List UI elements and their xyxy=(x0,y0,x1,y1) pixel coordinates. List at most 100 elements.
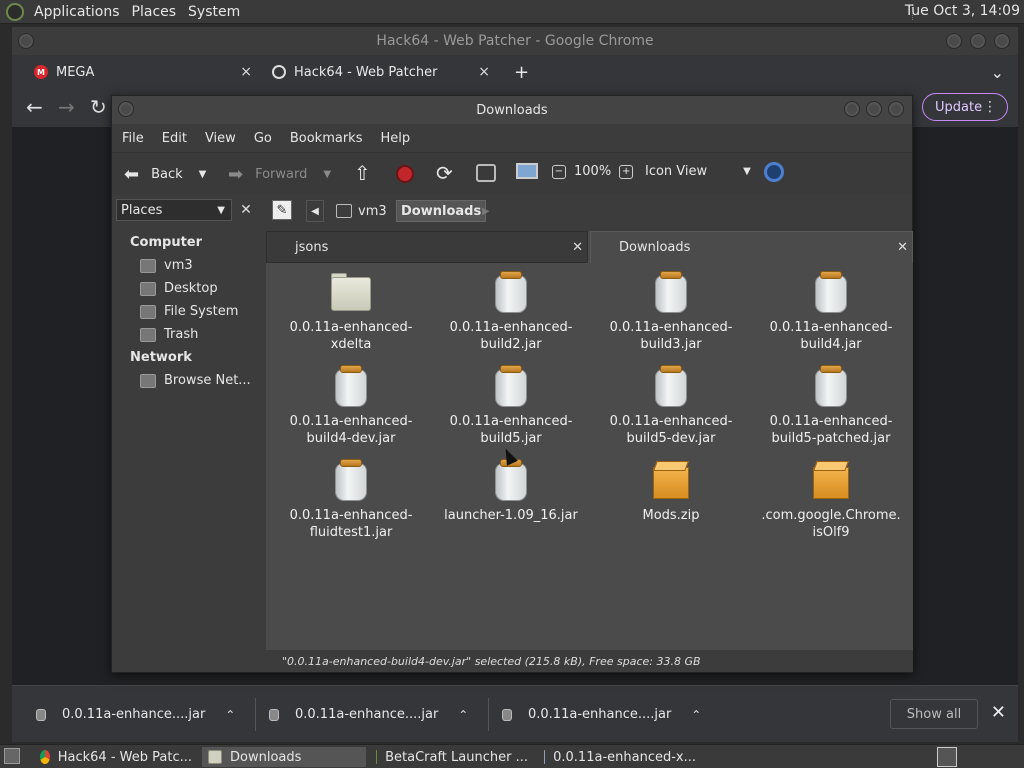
minimize-button[interactable] xyxy=(844,101,860,117)
file-item[interactable]: 0.0.11a-enhanced- build5-dev.jar xyxy=(601,365,741,447)
file-item[interactable]: 0.0.11a-enhanced- build2.jar xyxy=(441,271,581,353)
menu-edit[interactable]: Edit xyxy=(162,131,187,146)
back-button[interactable]: ⬅ Back ▼ xyxy=(124,164,206,185)
jar-icon xyxy=(649,271,693,315)
file-item[interactable]: launcher-1.09_16.jar xyxy=(441,459,581,524)
update-button[interactable]: Update ⋮ xyxy=(922,93,1008,121)
breadcrumb-left-arrow-icon[interactable]: ◀ xyxy=(306,200,324,222)
search-icon[interactable] xyxy=(764,162,784,182)
stop-icon[interactable] xyxy=(396,165,414,183)
zoom-control[interactable]: − 100% + xyxy=(552,164,634,179)
sidebar-item-trash[interactable]: Trash xyxy=(140,327,198,342)
file-item[interactable]: .com.google.Chrome. isOlf9 xyxy=(761,459,901,541)
show-all-button[interactable]: Show all xyxy=(890,699,978,729)
close-window-button[interactable] xyxy=(888,101,904,117)
file-item[interactable]: Mods.zip xyxy=(601,459,741,524)
sidebar-item-browse-network[interactable]: Browse Net... xyxy=(140,373,251,388)
tab-close-icon[interactable]: ✕ xyxy=(897,240,908,255)
breadcrumb-vm3[interactable]: vm3 xyxy=(336,200,387,222)
distro-logo-icon[interactable] xyxy=(6,2,24,21)
dropdown-arrow-icon[interactable]: ▼ xyxy=(323,169,331,180)
view-mode-select[interactable]: Icon View ▼ xyxy=(645,164,751,179)
task-label: BetaCraft Launcher ... xyxy=(385,749,528,765)
close-downloads-bar-icon[interactable]: ✕ xyxy=(991,702,1006,723)
file-name: 0.0.11a-enhanced- xyxy=(449,320,573,335)
workspace-switcher-icon[interactable] xyxy=(937,747,957,767)
kebab-menu-icon[interactable]: ⋮ xyxy=(983,98,997,116)
file-name: build4.jar xyxy=(800,337,862,352)
file-item[interactable]: 0.0.11a-enhanced- xdelta xyxy=(281,271,421,353)
file-item[interactable]: 0.0.11a-enhanced- build5-patched.jar xyxy=(761,365,901,447)
download-item[interactable]: 0.0.11a-enhance....jar ⌃ xyxy=(502,686,701,743)
new-tab-button[interactable]: + xyxy=(514,55,529,89)
back-arrow-icon[interactable]: ← xyxy=(26,95,43,119)
sidebar-places-select[interactable]: Places ▼ xyxy=(116,199,232,221)
menu-applications[interactable]: Applications xyxy=(28,4,126,20)
zoom-out-icon[interactable]: − xyxy=(552,164,566,179)
caret-up-icon[interactable]: ⌃ xyxy=(691,708,701,722)
menu-view[interactable]: View xyxy=(205,131,236,146)
file-item[interactable]: 0.0.11a-enhanced- build4.jar xyxy=(761,271,901,353)
menu-file[interactable]: File xyxy=(122,131,144,146)
window-menu-button[interactable] xyxy=(18,33,34,49)
dropdown-arrow-icon[interactable]: ▼ xyxy=(199,169,207,180)
menu-places[interactable]: Places xyxy=(126,4,183,20)
menu-go[interactable]: Go xyxy=(254,131,272,146)
chrome-titlebar[interactable]: Hack64 - Web Patcher - Google Chrome xyxy=(12,27,1018,55)
tab-close-icon[interactable]: ✕ xyxy=(572,240,583,255)
sidebar-item-vm3[interactable]: vm3 xyxy=(140,258,193,273)
tab-hack64[interactable]: Hack64 - Web Patcher × xyxy=(272,55,490,89)
tab-jsons[interactable]: jsons ✕ xyxy=(266,231,588,263)
forward-button[interactable]: ➡ Forward ▼ xyxy=(228,164,331,185)
menu-system[interactable]: System xyxy=(182,4,246,20)
jar-icon xyxy=(809,271,853,315)
close-window-button[interactable] xyxy=(994,33,1010,49)
sidebar-item-label: vm3 xyxy=(164,258,193,273)
home-icon[interactable] xyxy=(476,164,496,182)
menu-bookmarks[interactable]: Bookmarks xyxy=(290,131,363,146)
file-item[interactable]: 0.0.11a-enhanced- fluidtest1.jar xyxy=(281,459,421,541)
window-menu-button[interactable] xyxy=(118,101,134,117)
breadcrumb-right-arrow-icon[interactable]: ▶ xyxy=(482,200,490,222)
tab-close-icon[interactable]: × xyxy=(478,64,490,80)
reload-icon[interactable]: ↻ xyxy=(90,95,107,119)
jar-icon xyxy=(489,271,533,315)
task-betacraft[interactable]: BetaCraft Launcher ... xyxy=(370,747,534,767)
show-desktop-icon[interactable] xyxy=(4,748,20,764)
breadcrumb-downloads[interactable]: Downloads xyxy=(396,200,487,222)
menu-help[interactable]: Help xyxy=(380,131,410,146)
close-sidebar-icon[interactable]: ✕ xyxy=(236,199,256,221)
task-xdelta[interactable]: 0.0.11a-enhanced-x... xyxy=(538,747,702,767)
reload-icon[interactable]: ⟳ xyxy=(436,161,453,185)
file-item[interactable]: 0.0.11a-enhanced- build3.jar xyxy=(601,271,741,353)
location-bar: Places ▼ ✕ ✎ ◀ vm3 Downloads ▶ xyxy=(112,194,912,228)
tab-close-icon[interactable]: × xyxy=(240,64,252,80)
edit-location-icon[interactable]: ✎ xyxy=(272,200,292,220)
file-item[interactable]: 0.0.11a-enhanced- build5.jar xyxy=(441,365,581,447)
zoom-in-icon[interactable]: + xyxy=(619,164,634,179)
panel-clock[interactable]: Tue Oct 3, 14:09 xyxy=(905,3,1020,19)
maximize-button[interactable] xyxy=(970,33,986,49)
tab-mega[interactable]: M MEGA × xyxy=(34,55,252,89)
divider xyxy=(488,698,489,731)
tab-downloads[interactable]: Downloads ✕ xyxy=(590,231,913,263)
forward-arrow-icon[interactable]: → xyxy=(58,95,75,119)
download-item[interactable]: 0.0.11a-enhance....jar ⌃ xyxy=(36,686,235,743)
file-manager-titlebar[interactable]: Downloads xyxy=(112,96,912,124)
up-arrow-icon[interactable]: ⇧ xyxy=(354,161,371,185)
home-icon xyxy=(140,258,156,273)
file-item[interactable]: 0.0.11a-enhanced- build4-dev.jar xyxy=(281,365,421,447)
desktop-icon xyxy=(140,281,156,296)
maximize-button[interactable] xyxy=(866,101,882,117)
task-downloads[interactable]: Downloads xyxy=(202,747,366,767)
sidebar-item-desktop[interactable]: Desktop xyxy=(140,281,218,296)
caret-up-icon[interactable]: ⌃ xyxy=(458,708,468,722)
tab-search-chevron-icon[interactable]: ⌄ xyxy=(991,55,1004,89)
download-item[interactable]: 0.0.11a-enhance....jar ⌃ xyxy=(269,686,468,743)
minimize-button[interactable] xyxy=(946,33,962,49)
caret-up-icon[interactable]: ⌃ xyxy=(225,708,235,722)
computer-icon[interactable] xyxy=(516,163,538,179)
sidebar-item-filesystem[interactable]: File System xyxy=(140,304,238,319)
mega-icon: M xyxy=(34,65,48,79)
task-chrome[interactable]: Hack64 - Web Patc... xyxy=(34,747,198,767)
